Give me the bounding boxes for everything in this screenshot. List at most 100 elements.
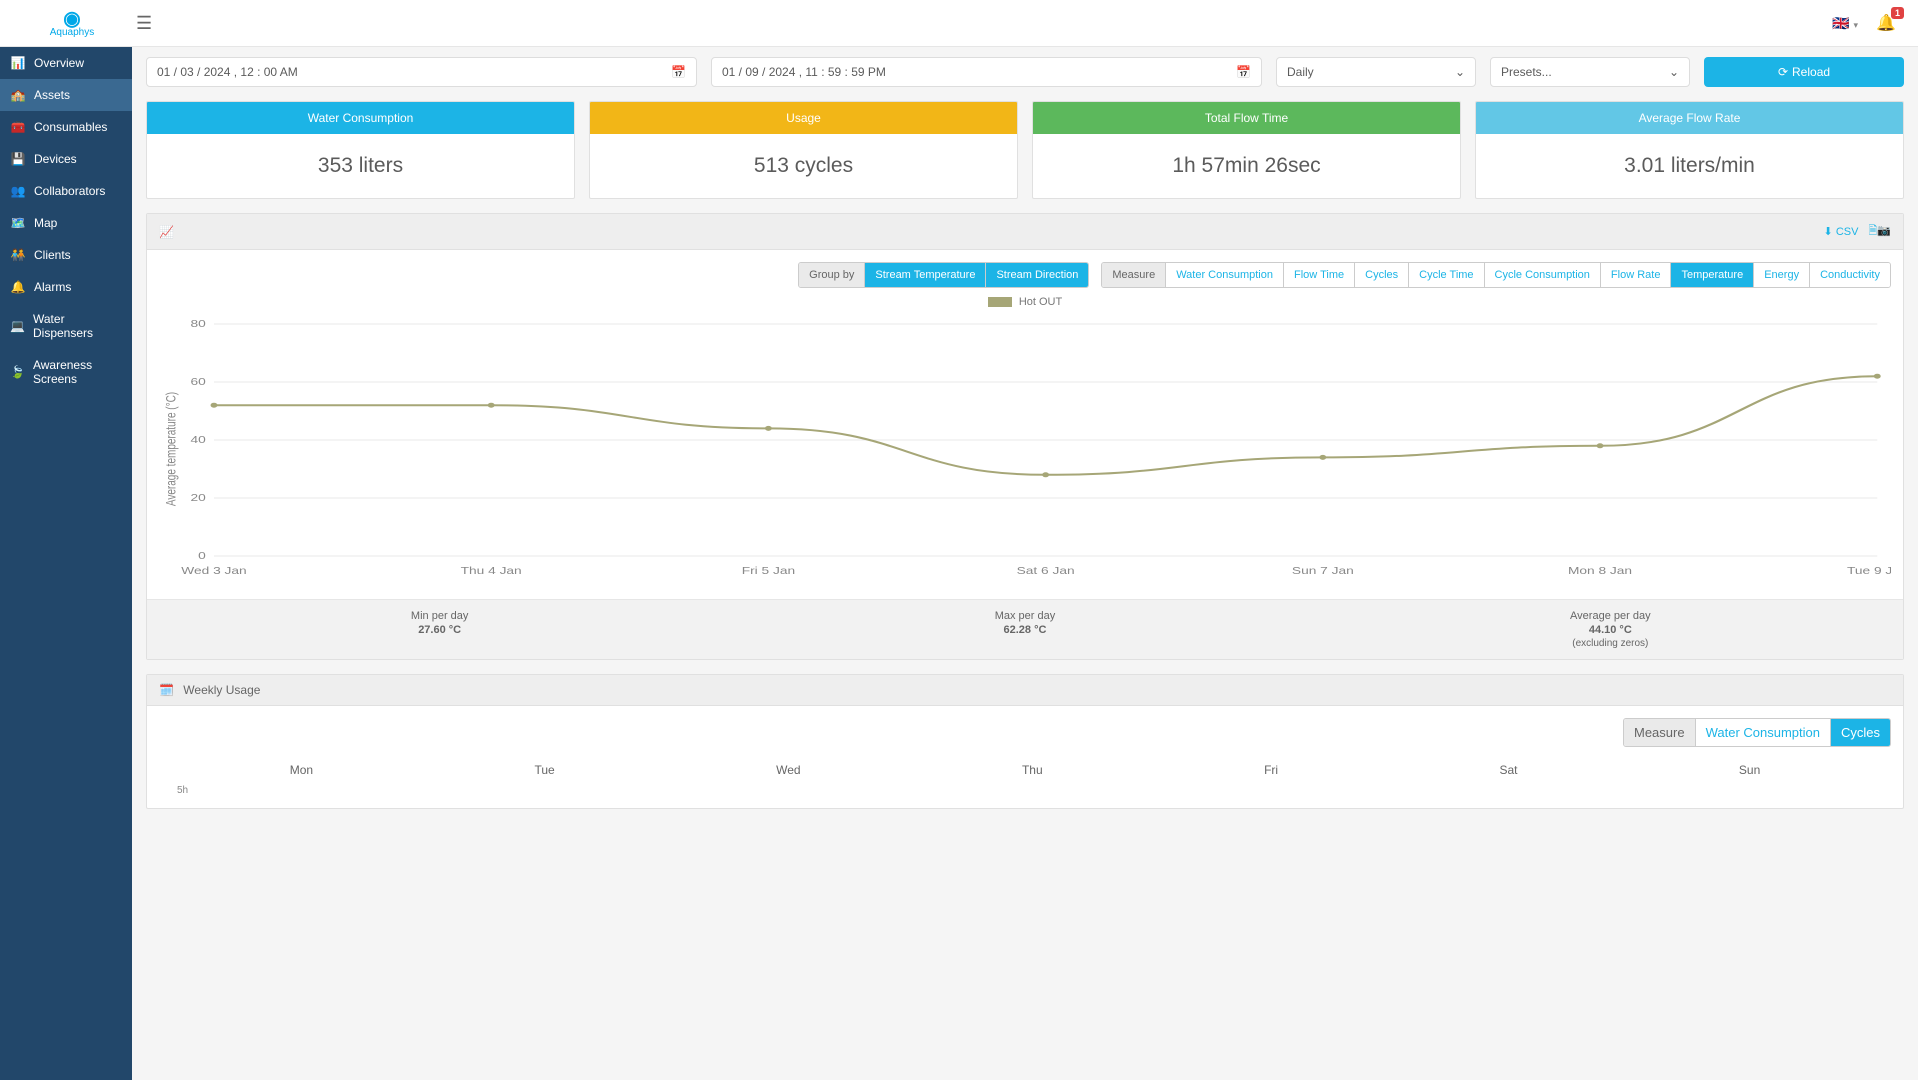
- stat-header: Average Flow Rate: [1476, 102, 1903, 134]
- stat-flow-time: Total Flow Time 1h 57min 26sec: [1032, 101, 1461, 199]
- sidebar-item-clients[interactable]: 🧑‍🤝‍🧑Clients: [0, 239, 132, 271]
- presets-select[interactable]: Presets... ⌄: [1490, 57, 1690, 87]
- sidebar-item-devices[interactable]: 💾Devices: [0, 143, 132, 175]
- stat-value: 353 liters: [147, 134, 574, 198]
- chart-icon: 📈: [159, 225, 174, 239]
- svg-text:80: 80: [190, 318, 206, 330]
- measure-flow-time[interactable]: Flow Time: [1284, 263, 1355, 287]
- sidebar-item-consumables[interactable]: 🧰Consumables: [0, 111, 132, 143]
- stat-header: Total Flow Time: [1033, 102, 1460, 134]
- chevron-down-icon: ⌄: [1455, 65, 1465, 79]
- date-from-input[interactable]: 01 / 03 / 2024 , 12 : 00 AM 📅: [146, 57, 697, 87]
- building-icon: 🏫: [10, 88, 26, 102]
- sidebar: 📊Overview 🏫Assets 🧰Consumables 💾Devices …: [0, 47, 132, 1080]
- sidebar-item-overview[interactable]: 📊Overview: [0, 47, 132, 79]
- sidebar-item-collaborators[interactable]: 👥 Collaborators: [0, 175, 132, 207]
- day-label: Sat: [1499, 763, 1517, 777]
- weekly-usage-panel: 🗓️ Weekly Usage Measure Water Consumptio…: [146, 674, 1904, 809]
- legend-label: Hot OUT: [1019, 296, 1062, 308]
- calendar-icon: 📅: [671, 65, 686, 79]
- measure-temperature[interactable]: Temperature: [1671, 263, 1754, 287]
- users-icon: 👥: [10, 184, 26, 198]
- menu-toggle-icon[interactable]: ☰: [136, 13, 152, 34]
- frequency-select[interactable]: Daily ⌄: [1276, 57, 1476, 87]
- svg-text:Mon 8 Jan: Mon 8 Jan: [1568, 565, 1632, 577]
- day-label: Thu: [1022, 763, 1043, 777]
- chart-avg-label: Average per day: [1318, 610, 1903, 622]
- weekly-option-water-consumption[interactable]: Water Consumption: [1696, 719, 1831, 746]
- day-label: Tue: [534, 763, 554, 777]
- reload-button[interactable]: ⟳ Reload: [1704, 57, 1904, 87]
- sidebar-item-label: Devices: [34, 152, 77, 166]
- weekly-day-labels: Mon Tue Wed Thu Fri Sat Sun: [159, 755, 1891, 785]
- stat-header: Usage: [590, 102, 1017, 134]
- chart-summary-footer: Min per day 27.60 °C Max per day 62.28 °…: [147, 599, 1903, 659]
- bell-icon: 🔔: [10, 280, 26, 294]
- sidebar-item-label: Collaborators: [34, 184, 105, 198]
- chart-min-value: 27.60 °C: [147, 624, 732, 636]
- sidebar-item-alarms[interactable]: 🔔Alarms: [0, 271, 132, 303]
- logo[interactable]: ◉ Aquaphys: [12, 9, 132, 38]
- svg-text:Tue 9 Jan: Tue 9 Jan: [1847, 565, 1891, 577]
- filter-bar: 01 / 03 / 2024 , 12 : 00 AM 📅 01 / 09 / …: [146, 57, 1904, 87]
- measure-conductivity[interactable]: Conductivity: [1810, 263, 1890, 287]
- weekly-y-tick: 5h: [159, 785, 1891, 796]
- group-by-stream-direction[interactable]: Stream Direction: [986, 263, 1088, 287]
- measure-energy[interactable]: Energy: [1754, 263, 1810, 287]
- sidebar-item-map[interactable]: 🗺️ Map: [0, 207, 132, 239]
- date-to-input[interactable]: 01 / 09 / 2024 , 11 : 59 : 59 PM 📅: [711, 57, 1262, 87]
- chart-max: Max per day 62.28 °C: [732, 600, 1317, 659]
- flag-icon: 🇬🇧: [1832, 15, 1849, 31]
- export-image-button[interactable]: 🗎📷: [1868, 222, 1891, 241]
- language-selector[interactable]: 🇬🇧 ▾: [1832, 15, 1858, 32]
- measure-cycle-consumption[interactable]: Cycle Consumption: [1485, 263, 1601, 287]
- day-label: Wed: [776, 763, 800, 777]
- weekly-option-cycles[interactable]: Cycles: [1831, 719, 1890, 746]
- measure-cycles[interactable]: Cycles: [1355, 263, 1409, 287]
- sidebar-item-label: Assets: [34, 88, 70, 102]
- chart-avg: Average per day 44.10 °C (excluding zero…: [1318, 600, 1903, 659]
- chart-min: Min per day 27.60 °C: [147, 600, 732, 659]
- measure-flow-rate[interactable]: Flow Rate: [1601, 263, 1672, 287]
- measure-cycle-time[interactable]: Cycle Time: [1409, 263, 1484, 287]
- map-icon: 🗺️: [10, 216, 26, 230]
- main-content: 01 / 03 / 2024 , 12 : 00 AM 📅 01 / 09 / …: [132, 47, 1918, 833]
- refresh-icon: ⟳: [1778, 65, 1788, 79]
- temperature-chart-panel: 📈 ⬇ CSV 🗎📷 Group by Stream Temperature S…: [146, 213, 1904, 660]
- stat-usage: Usage 513 cycles: [589, 101, 1018, 199]
- svg-text:0: 0: [198, 550, 206, 562]
- dashboard-icon: 📊: [10, 56, 26, 70]
- svg-text:Sun 7 Jan: Sun 7 Jan: [1292, 565, 1354, 577]
- sitemap-icon: 🧑‍🤝‍🧑: [10, 248, 26, 262]
- notification-badge: 1: [1891, 7, 1904, 19]
- export-csv-button[interactable]: ⬇ CSV: [1824, 225, 1859, 238]
- sidebar-item-assets[interactable]: 🏫 Assets: [0, 79, 132, 111]
- chevron-down-icon: ⌄: [1669, 65, 1679, 79]
- svg-text:40: 40: [190, 434, 206, 446]
- weekly-measure-label: Measure: [1624, 719, 1696, 746]
- chart-min-label: Min per day: [147, 610, 732, 622]
- topbar: ◉ Aquaphys ☰ 🇬🇧 ▾ 🔔 1: [0, 0, 1918, 47]
- sidebar-item-label: Map: [34, 216, 57, 230]
- svg-text:Thu 4 Jan: Thu 4 Jan: [461, 565, 522, 577]
- svg-text:60: 60: [190, 376, 206, 388]
- svg-text:Sat 6 Jan: Sat 6 Jan: [1017, 565, 1075, 577]
- weekly-title: Weekly Usage: [183, 683, 260, 697]
- presets-value: Presets...: [1501, 65, 1552, 79]
- weekly-panel-header: 🗓️ Weekly Usage: [147, 675, 1903, 706]
- chart-avg-value: 44.10 °C: [1318, 624, 1903, 636]
- group-by-stream-temperature[interactable]: Stream Temperature: [865, 263, 986, 287]
- chart-max-label: Max per day: [732, 610, 1317, 622]
- measure-water-consumption[interactable]: Water Consumption: [1166, 263, 1284, 287]
- sidebar-item-water-dispensers[interactable]: 💻Water Dispensers: [0, 303, 132, 349]
- logo-text: Aquaphys: [50, 27, 94, 38]
- svg-text:Average temperature (°C): Average temperature (°C): [163, 392, 179, 506]
- toolbox-icon: 🧰: [10, 120, 26, 134]
- group-by-toggle: Group by Stream Temperature Stream Direc…: [798, 262, 1089, 288]
- sidebar-item-awareness-screens[interactable]: 🍃Awareness Screens: [0, 349, 132, 395]
- chart-avg-sub: (excluding zeros): [1318, 638, 1903, 649]
- svg-text:20: 20: [190, 492, 206, 504]
- monitor-icon: 💻: [10, 319, 25, 333]
- notification-bell[interactable]: 🔔 1: [1876, 13, 1896, 33]
- chart-toggles: Group by Stream Temperature Stream Direc…: [159, 262, 1891, 288]
